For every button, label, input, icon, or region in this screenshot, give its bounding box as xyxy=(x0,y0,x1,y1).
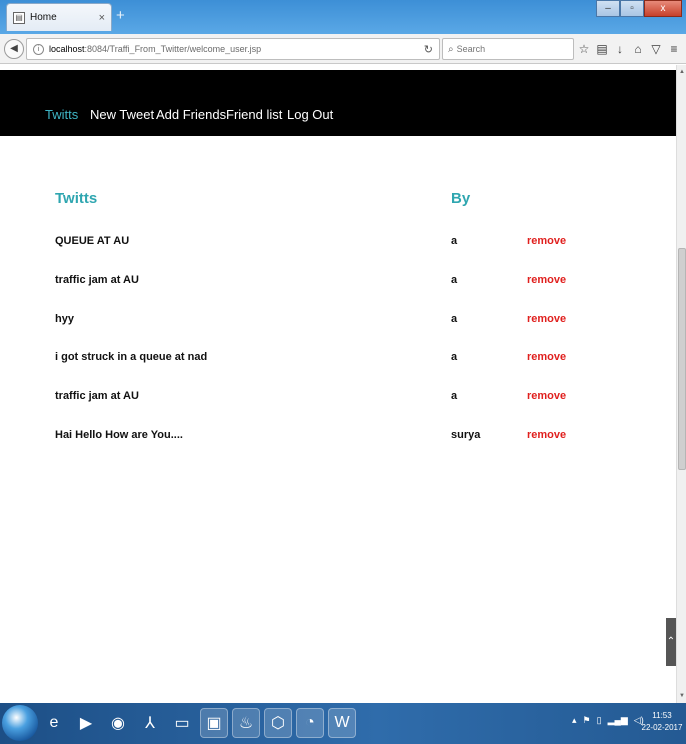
back-button[interactable]: ◀ xyxy=(4,39,24,59)
acrobat-icon[interactable]: ⅄ xyxy=(136,708,164,738)
scroll-down-icon[interactable]: ▼ xyxy=(677,693,686,699)
page-scrollbar[interactable]: ▲ ▼ xyxy=(676,65,686,703)
flag-icon[interactable]: ⚑ xyxy=(583,715,591,726)
battery-icon[interactable]: ▯ xyxy=(597,715,602,726)
taskbar-clock[interactable]: 11:53 22-02-2017 xyxy=(640,710,684,734)
show-hidden-icon[interactable]: ▴ xyxy=(572,715,577,726)
search-icon: ⌕ xyxy=(448,43,454,55)
url-path: :8084/Traffi_From_Twitter/welcome_user.j… xyxy=(84,44,262,54)
search-input[interactable] xyxy=(456,44,557,54)
column-header-by: By xyxy=(451,190,471,207)
network-icon[interactable]: ▂▄▆ xyxy=(608,715,628,726)
site-info-icon[interactable]: i xyxy=(33,43,44,55)
browser-titlebar: ▤ Home × + – ▫ x xyxy=(0,0,686,34)
tweet-author: a xyxy=(451,235,458,247)
scroll-up-icon[interactable]: ▲ xyxy=(677,69,686,75)
toolbar-icons: ☆ ▤ ↓ ⌂ ▽ ≡ xyxy=(578,41,680,57)
tweet-author: a xyxy=(451,390,458,402)
column-header-twitts: Twitts xyxy=(55,190,98,207)
tweet-author: surya xyxy=(451,429,481,441)
tweet-text: i got struck in a queue at nad xyxy=(55,351,208,363)
remove-link[interactable]: remove xyxy=(527,313,566,325)
media-player-icon[interactable]: ▶ xyxy=(72,708,100,738)
reload-icon[interactable]: ↻ xyxy=(424,43,433,56)
pocket-icon[interactable]: ▽ xyxy=(650,41,662,57)
tweet-author: a xyxy=(451,313,458,325)
minimize-button[interactable]: – xyxy=(596,0,620,17)
remove-link[interactable]: remove xyxy=(527,429,566,441)
chrome-icon[interactable]: ◉ xyxy=(104,708,132,738)
tweet-text: traffic jam at AU xyxy=(55,274,139,286)
browser-navbar: ◀ i localhost :8084/Traffi_From_Twitter/… xyxy=(0,34,686,64)
clock-time: 11:53 xyxy=(652,711,672,720)
nav-friend-list[interactable]: Friend list xyxy=(226,107,282,122)
nav-new-tweet[interactable]: New Tweet xyxy=(90,107,154,122)
tweet-text: hyy xyxy=(55,313,74,325)
remove-link[interactable]: remove xyxy=(527,274,566,286)
system-tray: ▴ ⚑ ▯ ▂▄▆ ◁) xyxy=(572,715,644,726)
tweet-text: QUEUE AT AU xyxy=(55,235,130,247)
close-window-button[interactable]: x xyxy=(644,0,682,17)
nav-log-out[interactable]: Log Out xyxy=(287,107,333,122)
remove-link[interactable]: remove xyxy=(527,351,566,363)
nav-twitts[interactable]: Twitts xyxy=(45,107,78,122)
tweet-author: a xyxy=(451,274,458,286)
page-favicon-icon: ▤ xyxy=(13,11,25,24)
ie-icon[interactable]: e xyxy=(40,708,68,738)
firefox-icon[interactable]: ◔ xyxy=(296,708,324,738)
remove-link[interactable]: remove xyxy=(527,390,566,402)
scroll-thumb[interactable] xyxy=(678,248,686,470)
window-controls: – ▫ x xyxy=(596,0,682,17)
tab-close-icon[interactable]: × xyxy=(99,12,105,24)
remove-link[interactable]: remove xyxy=(527,235,566,247)
new-tab-button[interactable]: + xyxy=(116,7,125,24)
star-icon[interactable]: ☆ xyxy=(578,41,590,57)
search-bar[interactable]: ⌕ xyxy=(442,38,574,60)
start-button[interactable] xyxy=(2,705,38,741)
java-icon[interactable]: ♨ xyxy=(232,708,260,738)
powerpoint-icon[interactable]: ▣ xyxy=(200,708,228,738)
clock-date: 22-02-2017 xyxy=(641,723,683,732)
taskbar: e ▶ ◉ ⅄ ▭ ▣ ♨ ⬡ ◔ W ▴ ⚑ ▯ ▂▄▆ ◁) 11:53 2… xyxy=(0,703,686,744)
word-icon[interactable]: W xyxy=(328,708,356,738)
tab-home[interactable]: ▤ Home × xyxy=(6,3,112,31)
home-icon[interactable]: ⌂ xyxy=(632,41,644,57)
scroll-to-top-button[interactable]: ⌃ xyxy=(666,618,676,666)
tab-title: Home xyxy=(30,12,57,23)
tweet-author: a xyxy=(451,351,458,363)
tweet-text: Hai Hello How are You.... xyxy=(55,429,183,441)
app-navbar: Twitts New Tweet Add Friends Friend list… xyxy=(0,70,676,136)
reading-list-icon[interactable]: ▤ xyxy=(596,41,608,57)
virtualbox-icon[interactable]: ⬡ xyxy=(264,708,292,738)
explorer-icon[interactable]: ▭ xyxy=(168,708,196,738)
address-bar[interactable]: i localhost :8084/Traffi_From_Twitter/we… xyxy=(26,38,440,60)
download-icon[interactable]: ↓ xyxy=(614,41,626,57)
page-content: Twitts New Tweet Add Friends Friend list… xyxy=(0,65,676,703)
menu-icon[interactable]: ≡ xyxy=(668,41,680,57)
tweet-text: traffic jam at AU xyxy=(55,390,139,402)
url-host: localhost xyxy=(49,44,85,54)
nav-add-friends[interactable]: Add Friends xyxy=(156,107,226,122)
maximize-button[interactable]: ▫ xyxy=(620,0,644,17)
